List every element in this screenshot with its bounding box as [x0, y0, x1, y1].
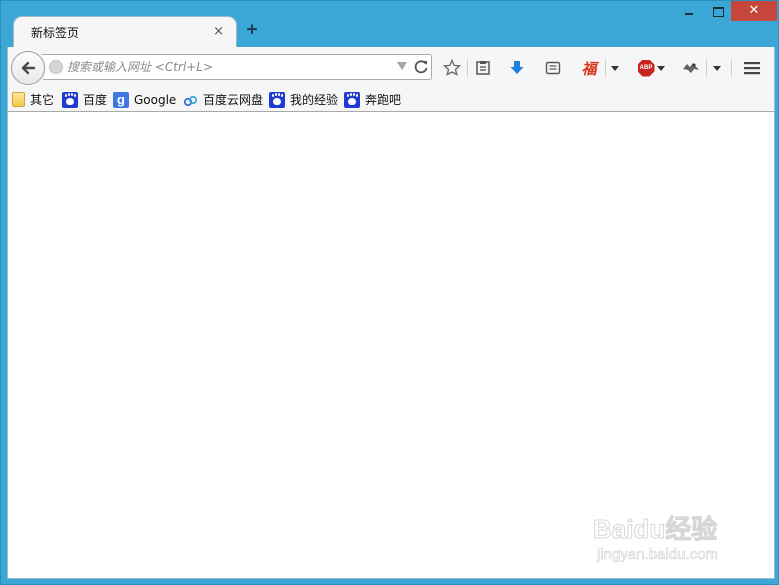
fu-extension-icon: 福	[581, 59, 597, 78]
fu-extension-dropdown-icon[interactable]	[611, 66, 619, 71]
watermark-brand: Baidu经验	[592, 514, 718, 545]
bookmarks-toolbar: 其它 百度 g Google 百度云网盘 我的经验 奔跑吧	[7, 87, 775, 112]
adblock-dropdown-icon[interactable]	[657, 66, 665, 71]
navigation-toolbar: 福 ABP	[7, 47, 775, 87]
toolbar-separator	[467, 59, 468, 77]
bookmark-label: 奔跑吧	[365, 93, 402, 107]
minimize-button[interactable]	[675, 1, 703, 21]
close-window-button[interactable]: ✕	[731, 1, 777, 21]
back-arrow-icon	[21, 61, 36, 75]
bookmark-star-icon	[443, 59, 461, 76]
folder-icon	[12, 92, 25, 107]
bookmark-other-folder[interactable]: 其它	[12, 91, 54, 108]
globe-icon	[49, 60, 63, 74]
tab-new-tab[interactable]: 新标签页 ×	[13, 16, 237, 48]
extension-icon	[683, 63, 699, 73]
fu-extension-button[interactable]: 福	[578, 57, 600, 79]
bookmark-baidu-cloud[interactable]: 百度云网盘	[182, 91, 263, 108]
bookmark-label: 我的经验	[290, 93, 339, 107]
bookmark-star-button[interactable]	[441, 57, 463, 79]
url-dropmarker-icon[interactable]	[397, 62, 407, 70]
google-icon: g	[113, 91, 129, 108]
reading-list-button[interactable]	[472, 57, 494, 79]
bookmark-baidu[interactable]: 百度	[62, 91, 107, 108]
bookmark-label: 百度云网盘	[203, 93, 264, 107]
reload-icon[interactable]	[413, 59, 429, 75]
adblock-plus-icon: ABP	[637, 59, 655, 77]
tab-strip: 新标签页 × + ✕	[1, 1, 778, 48]
baidu-paw-icon	[62, 91, 78, 108]
adblock-plus-button[interactable]: ABP	[635, 57, 657, 79]
baidu-cloud-icon	[183, 95, 198, 106]
baidu-paw-icon	[269, 91, 285, 108]
extension-button[interactable]	[680, 57, 702, 79]
url-bar[interactable]	[30, 54, 432, 80]
browser-window: 新标签页 × + ✕ 搜索或输入网址 <Ctrl+L> 福 ABP 其它 百度 …	[0, 0, 779, 585]
bookmark-label: 其它	[30, 93, 55, 107]
baidu-paw-icon	[344, 91, 360, 108]
bookmark-google[interactable]: g Google	[113, 91, 176, 108]
watermark-url: jingyan.baidu.com	[597, 546, 719, 564]
download-button[interactable]	[506, 57, 528, 79]
bookmark-label: Google	[134, 92, 177, 107]
tab-title: 新标签页	[31, 26, 80, 40]
reading-list-icon	[476, 61, 490, 75]
menu-icon	[744, 62, 760, 75]
menu-button[interactable]	[741, 57, 763, 79]
new-tab-button[interactable]: +	[243, 21, 261, 39]
bookmark-running-man[interactable]: 奔跑吧	[344, 91, 401, 108]
baidu-jingyan-watermark: Baidu经验 jingyan.baidu.com	[592, 501, 743, 571]
bookmark-my-experience[interactable]: 我的经验	[269, 91, 338, 108]
toolbar-separator	[706, 59, 707, 77]
back-button[interactable]	[11, 51, 45, 85]
reader-button[interactable]	[542, 57, 564, 79]
reader-icon	[545, 61, 561, 75]
url-input[interactable]	[67, 57, 387, 77]
extension-dropdown-icon[interactable]	[713, 66, 721, 71]
bookmark-label: 百度	[83, 93, 108, 107]
download-arrow-icon	[510, 61, 524, 74]
tab-close-icon[interactable]: ×	[213, 25, 224, 39]
maximize-button[interactable]	[704, 1, 731, 21]
toolbar-separator	[731, 59, 732, 77]
toolbar-separator	[605, 59, 606, 77]
